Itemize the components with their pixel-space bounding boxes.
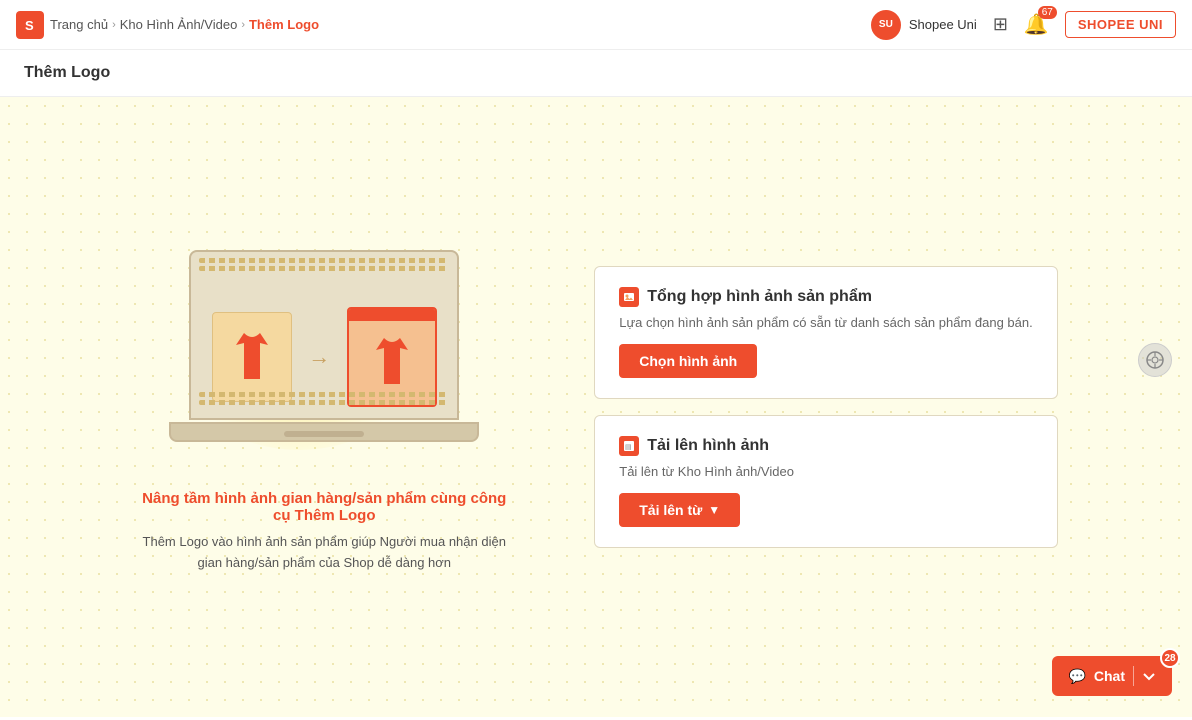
header-right: SU Shopee Uni ⊞ 🔔 67 SHOPEE UNI (871, 10, 1176, 40)
illustration: → (169, 240, 479, 470)
page-title: Thêm Logo (24, 64, 1168, 82)
option-card-1-header: Tổng hợp hình ảnh sản phẩm (619, 287, 1032, 307)
chat-divider (1133, 666, 1134, 686)
chat-icon: 💬 (1068, 668, 1085, 685)
breadcrumb-sep-1: › (112, 19, 116, 31)
chat-badge: 28 (1160, 648, 1180, 668)
arrow-icon: → (308, 344, 330, 370)
chat-button[interactable]: 💬 Chat 28 (1052, 656, 1172, 696)
img-box-left (212, 312, 292, 402)
option-card-2: ▤ Tải lên hình ảnh Tải lên từ Kho Hình ả… (594, 415, 1057, 548)
option-desc-2: Tải lên từ Kho Hình ảnh/Video (619, 464, 1032, 479)
dropdown-arrow-icon: ▼ (708, 503, 720, 517)
notif-wrapper[interactable]: 🔔 67 (1024, 12, 1049, 37)
caption-desc: Thêm Logo vào hình ảnh sản phẩm giúp Ngư… (134, 532, 514, 574)
notif-badge: 67 (1038, 6, 1057, 19)
breadcrumb: Trang chủ › Kho Hình Ảnh/Video › Thêm Lo… (50, 17, 319, 32)
svg-text:S: S (25, 18, 34, 33)
left-section: → Nâng tầm hình ảnh gian hàng/s (134, 240, 514, 574)
page-title-bar: Thêm Logo (0, 50, 1192, 97)
breadcrumb-sep-2: › (241, 19, 245, 31)
choose-image-button[interactable]: Chọn hình ảnh (619, 344, 757, 378)
upload-button-label: Tải lên từ (639, 502, 702, 518)
option-icon-2: ▤ (619, 436, 639, 456)
breadcrumb-current: Thêm Logo (249, 17, 319, 32)
right-section: Tổng hợp hình ảnh sản phẩm Lựa chọn hình… (594, 266, 1057, 548)
breadcrumb-media[interactable]: Kho Hình Ảnh/Video (120, 17, 238, 32)
laptop-screen: → (189, 250, 459, 420)
shopee-uni[interactable]: SU Shopee Uni (871, 10, 977, 40)
option-icon-1 (619, 287, 639, 307)
grid-icon[interactable]: ⊞ (993, 14, 1008, 35)
shopee-logo[interactable]: S (16, 11, 44, 39)
svg-text:▤: ▤ (625, 444, 632, 451)
shopee-uni-button[interactable]: SHOPEE UNI (1065, 11, 1176, 38)
upload-button[interactable]: Tải lên từ ▼ (619, 493, 740, 527)
uni-avatar: SU (871, 10, 901, 40)
header-left: S Trang chủ › Kho Hình Ảnh/Video › Thêm … (16, 11, 871, 39)
option-title-2: Tải lên hình ảnh (647, 437, 769, 455)
chat-expand-icon (1142, 669, 1156, 683)
header: S Trang chủ › Kho Hình Ảnh/Video › Thêm … (0, 0, 1192, 50)
main-content: → Nâng tầm hình ảnh gian hàng/s (0, 97, 1192, 717)
support-icon[interactable] (1138, 343, 1172, 377)
chat-label: Chat (1094, 668, 1125, 684)
option-title-1: Tổng hợp hình ảnh sản phẩm (647, 288, 872, 306)
option-desc-1: Lựa chọn hình ảnh sản phẩm có sẵn từ dan… (619, 315, 1032, 330)
caption-title: Nâng tầm hình ảnh gian hàng/sản phẩm cùn… (134, 490, 514, 524)
breadcrumb-home[interactable]: Trang chủ (50, 17, 108, 32)
option-card-2-header: ▤ Tải lên hình ảnh (619, 436, 1032, 456)
uni-label: Shopee Uni (909, 17, 977, 32)
option-card-1: Tổng hợp hình ảnh sản phẩm Lựa chọn hình… (594, 266, 1057, 399)
laptop-base (169, 422, 479, 442)
